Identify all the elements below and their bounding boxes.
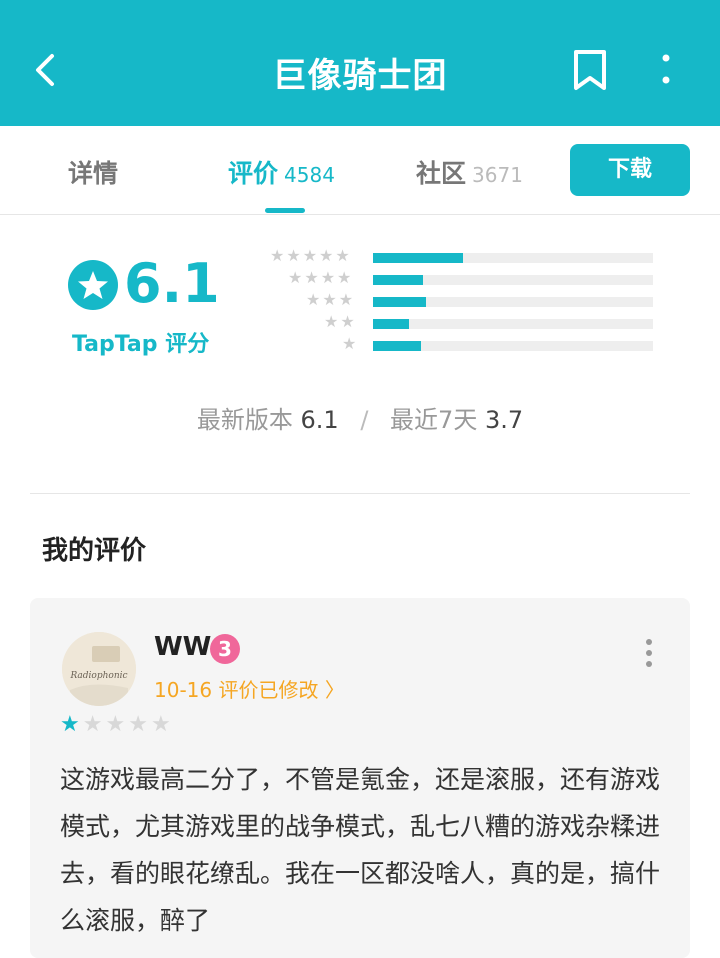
divider [30,493,690,494]
separator: / [360,406,369,434]
star-icon: ★★★★ [288,268,354,287]
latest-version-label: 最新版本 [196,406,293,434]
recent-label: 最近7天 [390,406,478,434]
histogram-bar [373,341,421,351]
rating-score: 6.1 [124,252,220,315]
histogram-track [373,275,653,285]
histogram-bar [373,319,410,329]
star-empty-icon: ★ [105,712,129,737]
my-review-card[interactable]: Radiophonic WW 3 10-16 评价已修改 〉 ★★★★★ 这游戏… [30,598,690,958]
star-icon: ★★★★★ [270,246,352,265]
latest-version-score: 6.1 [300,406,339,434]
app-bar: 巨像骑士团 [0,0,720,126]
rating-summary: 6.1 TapTap 评分 ★★★★★ ★★★★ ★★★ ★★ ★ 最新版本 6.1 /… [0,214,720,494]
histogram-bar [373,253,463,263]
recent-score: 3.7 [484,406,524,434]
histogram-row-2-star: ★★ [270,312,660,331]
tab-reviews[interactable]: 评价 4584 [228,154,335,190]
level-badge: 3 [210,634,240,664]
tab-details[interactable]: 详情 [68,154,118,190]
rating-label: TapTap 评分 [72,332,210,357]
page-title: 巨像骑士团 [272,56,448,96]
more-vertical-icon[interactable] [654,52,678,88]
tab-label: 详情 [68,159,119,188]
histogram-row-1-star: ★ [270,334,660,353]
avatar-signature: Radiophonic [69,671,127,681]
download-button[interactable]: 下载 [570,144,690,196]
star-icon: ★★ [324,312,357,331]
star-filled-icon: ★ [60,712,83,737]
histogram-track [373,253,653,263]
tab-community[interactable]: 社区 3671 [416,154,523,190]
star-icon: ★★★ [306,290,356,309]
tab-count: 4584 [284,163,335,187]
active-tab-indicator [265,208,305,213]
star-empty-icon: ★ [150,712,174,737]
more-vertical-icon[interactable] [642,638,656,668]
histogram-row-5-star: ★★★★★ [270,246,660,265]
tab-bar: 详情 评价 4584 社区 3671 下载 [0,126,720,215]
histogram-track [373,297,653,307]
histogram-track [373,319,653,329]
star-icon: ★ [342,334,359,353]
star-badge-icon [68,260,118,310]
avatar[interactable]: Radiophonic [62,632,136,706]
histogram-track [373,341,653,351]
review-edited-link[interactable]: 10-16 评价已修改 〉 [154,674,345,703]
bookmark-icon[interactable] [570,48,610,92]
review-star-rating: ★★★★★ [60,712,174,737]
tab-label: 社区 [416,159,467,188]
review-body: 这游戏最高二分了，不管是氪金，还是滚服，还有游戏模式，尤其游戏里的战争模式，乱七… [60,765,661,935]
star-empty-icon: ★ [82,712,106,737]
histogram-row-3-star: ★★★ [270,290,660,309]
tab-count: 3671 [472,163,523,187]
histogram-row-4-star: ★★★★ [270,268,660,287]
tab-label: 评价 [228,159,279,188]
star-empty-icon: ★ [128,712,151,737]
my-review-heading: 我的评价 [42,536,147,566]
histogram-bar [373,275,424,285]
histogram-bar [373,297,427,307]
username[interactable]: WW [154,632,211,662]
version-ratings: 最新版本 6.1 / 最近7天 3.7 [0,400,720,435]
